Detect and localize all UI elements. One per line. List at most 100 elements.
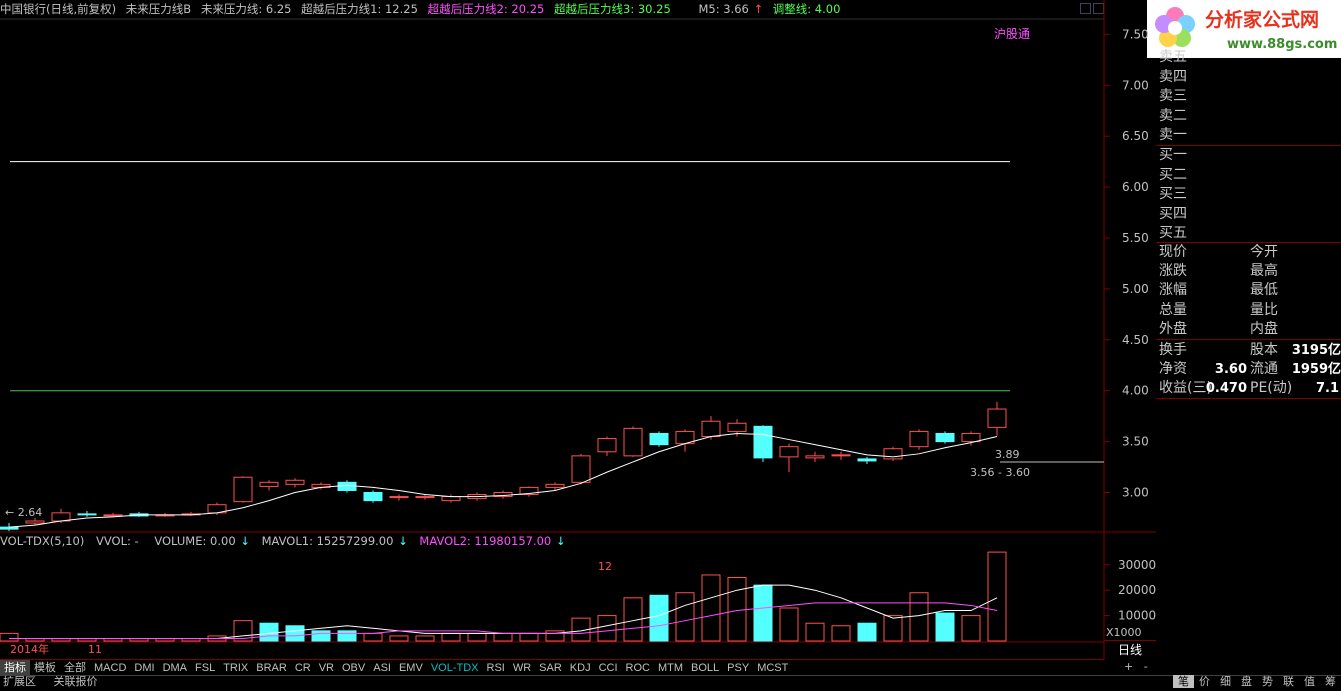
- tab-asi[interactable]: ASI: [369, 660, 395, 676]
- candle-body: [363, 492, 383, 502]
- volume-bar: [701, 574, 721, 642]
- tab-kdj[interactable]: KDJ: [566, 660, 595, 676]
- candle-body: [571, 455, 591, 483]
- vol-mavol1: MAVOL1: 15257299.00: [261, 534, 394, 548]
- quote-label: 内盘: [1250, 320, 1278, 337]
- candle-body: [753, 425, 773, 459]
- quote-label: 现价: [1159, 244, 1187, 260]
- tab-emv[interactable]: EMV: [395, 660, 427, 676]
- candle-body: [727, 422, 747, 432]
- time-label: 11: [88, 643, 102, 656]
- tab-模板[interactable]: 模板: [30, 660, 60, 676]
- buy-level-label: 买四: [1159, 205, 1187, 222]
- candle-body: [337, 481, 357, 491]
- volume-legend: VOL-TDX(5,10) VVOL: - VOLUME: 0.00 ↓ MAV…: [0, 533, 574, 549]
- buy-level-label: 买一: [1159, 147, 1187, 163]
- zoom-controls: + - 0: [1104, 659, 1156, 689]
- candle-body: [0, 526, 19, 530]
- vol-volume: VOLUME: 0.00: [154, 534, 236, 548]
- volume-bar: [337, 630, 357, 642]
- right-tab[interactable]: 筹: [1320, 675, 1341, 688]
- liutong-value: 1959亿: [1291, 362, 1341, 377]
- price-tick-label: 4.50: [1122, 333, 1149, 347]
- quote-label: 涨跌: [1159, 263, 1187, 280]
- right-tab[interactable]: 细: [1215, 675, 1236, 688]
- volume-bar: [259, 622, 279, 642]
- right-tab[interactable]: 笔: [1173, 675, 1194, 688]
- indicator-tabbar: 指标 模板 全部 MACD DMI DMA FSL TRIX BRAR CR VR OBV ASI EMV…: [0, 659, 1104, 676]
- price-tick-label: 7.00: [1122, 78, 1149, 92]
- tab-mtm[interactable]: MTM: [654, 660, 687, 676]
- bottom-related-quote[interactable]: 关联报价: [51, 675, 101, 688]
- right-tab[interactable]: 联: [1278, 675, 1299, 688]
- volume-bar: [311, 630, 331, 642]
- tab-macd[interactable]: MACD: [90, 660, 130, 676]
- tab-全部[interactable]: 全部: [60, 660, 90, 676]
- bottom-bar: 扩展区 关联报价 笔价细盘势联值筹: [0, 675, 1341, 688]
- tab-obv[interactable]: OBV: [338, 660, 369, 676]
- jingzi-label: 净资: [1159, 361, 1187, 377]
- candle-body: [285, 479, 305, 485]
- candle-body: [649, 432, 669, 446]
- volume-bar: [389, 635, 409, 642]
- zoom-out-button[interactable]: -: [1144, 660, 1148, 673]
- volume-bar: [493, 632, 513, 642]
- tab-psy[interactable]: PSY: [723, 660, 753, 676]
- volume-bar: [415, 635, 435, 642]
- tab-dma[interactable]: DMA: [159, 660, 191, 676]
- tab-sar[interactable]: SAR: [535, 660, 566, 676]
- buy-level-label: 买五: [1159, 225, 1187, 241]
- volume-bar: [519, 632, 539, 642]
- candle-body: [831, 454, 851, 457]
- volume-bar: [753, 584, 773, 642]
- volume-bar: [363, 632, 383, 642]
- tab-vol-tdx[interactable]: VOL-TDX: [427, 660, 483, 676]
- candle-body: [701, 420, 721, 438]
- volume-bar: [805, 622, 825, 642]
- tab-wr[interactable]: WR: [509, 660, 535, 676]
- period-label[interactable]: 日线: [1104, 641, 1156, 659]
- right-tab[interactable]: 势: [1257, 675, 1278, 688]
- sell-level-label: 卖五: [1159, 49, 1187, 65]
- sell-level-label: 卖四: [1159, 68, 1187, 85]
- zoom-in-button[interactable]: +: [1124, 660, 1133, 673]
- vol-tick-label: 20000: [1118, 583, 1156, 597]
- tab-vr[interactable]: VR: [315, 660, 338, 676]
- sell-level-label: 卖二: [1159, 107, 1187, 124]
- tab-cr[interactable]: CR: [291, 660, 315, 676]
- tab-trix[interactable]: TRIX: [219, 660, 252, 676]
- pe-label: PE(动): [1250, 380, 1293, 396]
- volume-bar: [285, 625, 305, 642]
- volume-bar: [987, 551, 1007, 642]
- huanshou-label: 换手: [1159, 342, 1187, 358]
- price-tick-label: 3.00: [1122, 486, 1149, 500]
- candle-body: [415, 496, 435, 499]
- hugutong-label: 沪股通: [994, 27, 1031, 41]
- tab-mcst[interactable]: MCST: [753, 660, 792, 676]
- tab-fsl[interactable]: FSL: [191, 660, 219, 676]
- time-label: 12: [598, 560, 612, 573]
- tab-roc[interactable]: ROC: [622, 660, 654, 676]
- pe-value: 7.1: [1315, 381, 1339, 396]
- tab-boll[interactable]: BOLL: [687, 660, 723, 676]
- volume-bar: [467, 632, 487, 642]
- ma5-line: [8, 432, 998, 528]
- tab-dmi[interactable]: DMI: [130, 660, 158, 676]
- right-tab[interactable]: 价: [1194, 675, 1215, 688]
- volume-bar: [909, 592, 929, 642]
- price-chart[interactable]: 12.11.5011.0010.5010.009.509.008.508.007…: [0, 0, 1156, 660]
- quote-label: 量比: [1250, 301, 1278, 318]
- price-tick-label: 6.50: [1122, 129, 1149, 143]
- candle-body: [883, 448, 903, 460]
- tab-cci[interactable]: CCI: [595, 660, 622, 676]
- tab-指标[interactable]: 指标: [0, 660, 30, 676]
- tab-brar[interactable]: BRAR: [252, 660, 291, 676]
- volume-bar: [857, 622, 877, 642]
- tab-rsi[interactable]: RSI: [483, 660, 509, 676]
- candle-body: [389, 496, 409, 499]
- right-tab[interactable]: 值: [1299, 675, 1320, 688]
- right-tab[interactable]: 盘: [1236, 675, 1257, 688]
- candle-body: [103, 514, 123, 517]
- volume-bar: [675, 592, 695, 642]
- bottom-ext-area[interactable]: 扩展区: [0, 675, 39, 688]
